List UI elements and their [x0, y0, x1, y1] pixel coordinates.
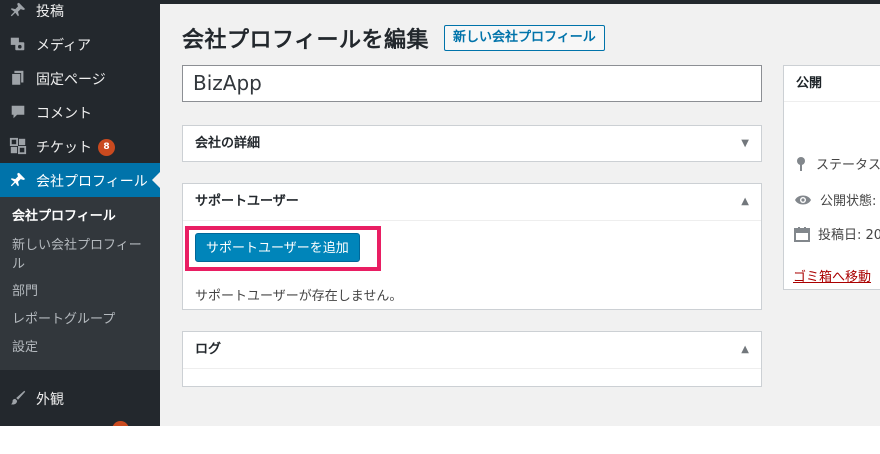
status-label: ステータス — [816, 158, 880, 173]
menu-item-comments[interactable]: コメント — [0, 95, 160, 129]
publish-title[interactable]: 公開 — [784, 66, 880, 102]
submenu-item-settings[interactable]: 設定 — [12, 338, 38, 358]
page-icon — [11, 70, 24, 86]
support-users-metabox: サポートユーザー ▲ サポートユーザーを追加 サポートユーザーが存在しません。 — [182, 183, 762, 310]
metabox-inside: サポートユーザーを追加 サポートユーザーが存在しません。 — [183, 220, 761, 310]
submenu-item-departments[interactable]: 部門 — [12, 282, 38, 302]
comment-icon — [11, 105, 25, 119]
empty-support-users-message: サポートユーザーが存在しません。 — [195, 289, 403, 304]
visibility-label: 公開状態: 公 — [820, 194, 880, 209]
metabox-header[interactable]: サポートユーザー ▲ — [183, 184, 761, 220]
plugins-count-badge — [112, 421, 129, 426]
publish-status-row: ステータス — [794, 154, 880, 173]
toggle-arrow-up-icon[interactable]: ▲ — [741, 332, 749, 368]
metabox-inside — [183, 368, 761, 386]
post-title-input[interactable]: BizApp — [182, 65, 762, 102]
menu-label: メディア — [36, 38, 92, 54]
menu-label: 外観 — [36, 392, 64, 408]
toggle-arrow-up-icon[interactable]: ▲ — [741, 184, 749, 220]
submenu-item-company-profile[interactable]: 会社プロフィール — [12, 207, 116, 227]
ticket-count-badge: 8 — [98, 139, 115, 156]
current-menu-arrow — [152, 172, 160, 188]
menu-item-plugins-partial[interactable] — [0, 415, 160, 426]
metabox-title: サポートユーザー — [195, 194, 299, 209]
add-support-user-button[interactable]: サポートユーザーを追加 — [195, 233, 360, 262]
add-new-company-profile-button[interactable]: 新しい会社プロフィール — [444, 25, 605, 51]
submenu-item-report-groups[interactable]: レポートグループ — [12, 310, 115, 330]
admin-sidebar: 投稿 メディア 固定ページ コメント チケット 8 会社プロフィール 会社プロフ… — [0, 0, 160, 426]
pin-icon — [797, 156, 805, 171]
main-content: 会社プロフィールを編集 新しい会社プロフィール BizApp 会社の詳細 ▼ サ… — [160, 4, 880, 426]
pin-icon — [10, 172, 26, 187]
log-metabox: ログ ▲ — [182, 331, 762, 387]
metabox-header[interactable]: 会社の詳細 ▼ — [183, 126, 761, 162]
submenu-item-new-company-profile[interactable]: 新しい会社プロフィー — [12, 236, 142, 256]
company-details-metabox: 会社の詳細 ▼ — [182, 125, 762, 162]
submenu-item-new-company-profile-wrap[interactable]: ル — [12, 255, 25, 275]
company-profile-submenu: 会社プロフィール 新しい会社プロフィー ル 部門 レポートグループ 設定 — [0, 197, 160, 370]
brush-icon — [10, 390, 26, 405]
menu-item-posts[interactable]: 投稿 — [0, 0, 160, 27]
menu-item-company-profile[interactable]: 会社プロフィール — [0, 163, 160, 197]
menu-label: 固定ページ — [36, 72, 106, 88]
date-label: 投稿日: 20 — [818, 228, 880, 243]
menu-label: コメント — [36, 106, 92, 122]
grid-icon — [9, 137, 27, 155]
move-to-trash-link[interactable]: ゴミ箱へ移動 — [793, 266, 871, 285]
toggle-arrow-down-icon[interactable]: ▼ — [741, 126, 749, 162]
menu-label: 投稿 — [36, 4, 64, 20]
eye-icon — [795, 195, 811, 204]
metabox-title: 会社の詳細 — [195, 136, 261, 151]
menu-label: 会社プロフィール — [36, 174, 148, 190]
page-title: 会社プロフィールを編集 — [182, 28, 430, 53]
metabox-header[interactable]: ログ ▲ — [183, 332, 761, 368]
pin-icon — [10, 2, 26, 17]
publish-visibility-row: 公開状態: 公 — [794, 190, 880, 209]
menu-item-tickets[interactable]: チケット 8 — [0, 129, 160, 163]
metabox-title: ログ — [195, 342, 222, 357]
menu-item-media[interactable]: メディア — [0, 27, 160, 61]
calendar-icon — [794, 226, 810, 242]
menu-item-appearance[interactable]: 外観 — [0, 381, 160, 415]
publish-metabox: 公開 ステータス 公開状態: 公 投稿日: 20 ゴミ箱へ移動 — [783, 65, 880, 290]
media-icon — [10, 37, 25, 51]
menu-item-pages[interactable]: 固定ページ — [0, 61, 160, 95]
publish-date-row: 投稿日: 20 — [794, 224, 880, 243]
menu-label: チケット — [36, 140, 92, 156]
